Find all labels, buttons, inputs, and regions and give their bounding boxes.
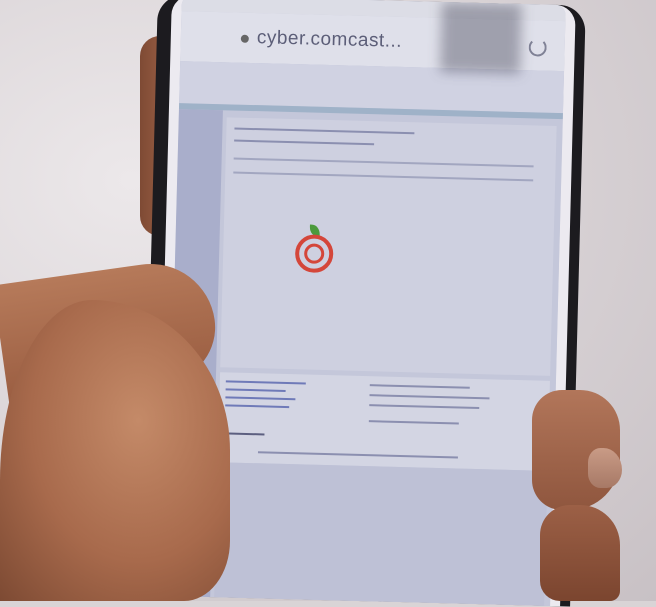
- link-line[interactable]: [225, 396, 296, 401]
- link-line[interactable]: [225, 380, 306, 385]
- link-line[interactable]: [225, 404, 290, 409]
- text-line: [234, 139, 375, 146]
- text-line: [369, 394, 490, 400]
- fingernail: [588, 448, 622, 488]
- screen-glare: [440, 1, 522, 75]
- lock-icon: [240, 34, 249, 43]
- hand-right-finger-lower: [540, 505, 620, 601]
- brand-logo: [294, 224, 456, 308]
- link-line[interactable]: [225, 388, 286, 392]
- text-line: [368, 420, 459, 425]
- text-line: [369, 404, 480, 410]
- info-panel: [217, 372, 550, 471]
- text-line: [257, 451, 458, 459]
- text-line: [369, 384, 470, 389]
- page-bottom-area: [214, 462, 548, 606]
- text-line: [224, 432, 265, 436]
- url-text: cyber.comcast...: [256, 27, 403, 52]
- table-header-line: [233, 171, 534, 182]
- table-header-line: [233, 157, 534, 168]
- reload-icon[interactable]: [528, 38, 547, 57]
- text-line: [234, 127, 415, 135]
